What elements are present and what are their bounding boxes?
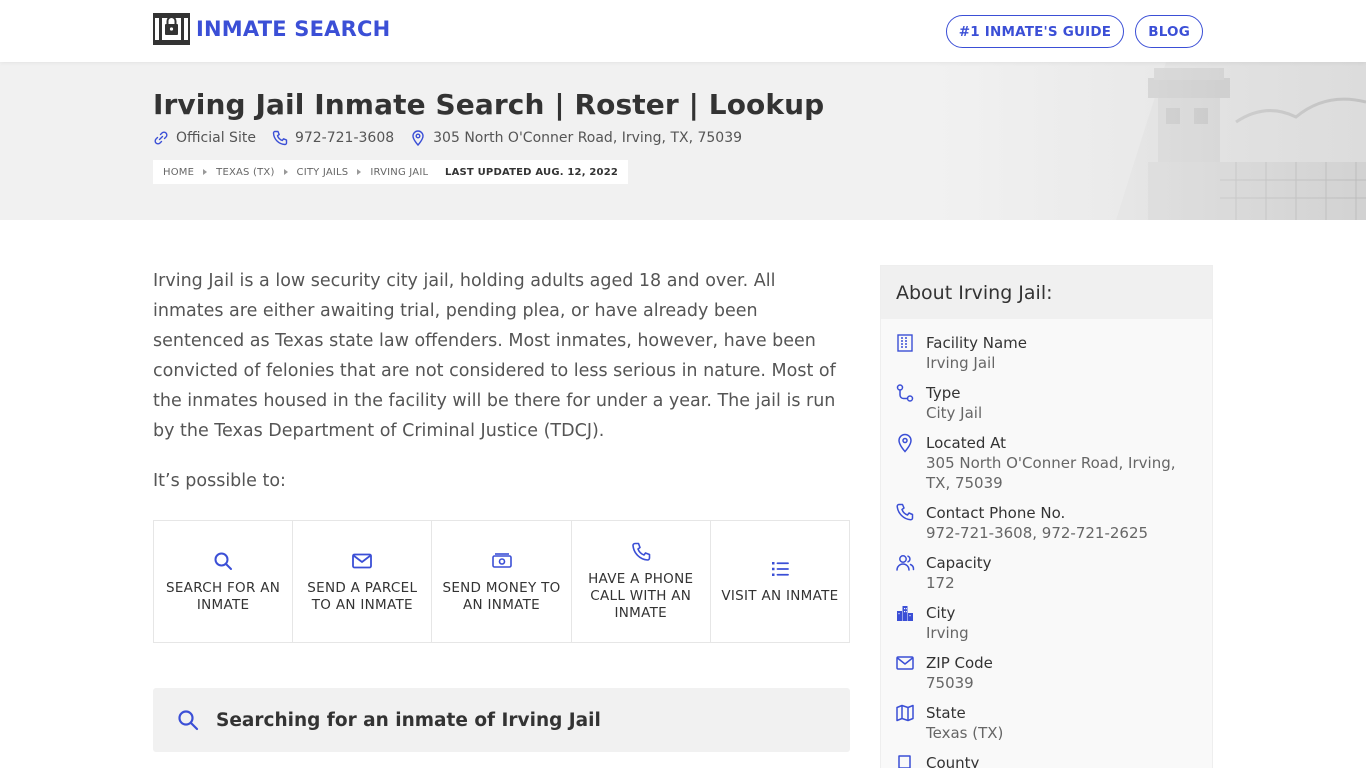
fact-value: Irving Jail: [926, 354, 996, 372]
breadcrumb-separator-icon: [283, 169, 288, 175]
fact-value: 172: [926, 574, 955, 592]
breadcrumb: HOME TEXAS (TX) CITY JAILS IRVING JAIL: [153, 160, 439, 184]
fact-value: 75039: [926, 674, 974, 692]
inmates-guide-button[interactable]: #1 INMATE'S GUIDE: [945, 15, 1125, 48]
send-money-action[interactable]: SEND MONEY TO AN INMATE: [432, 521, 572, 642]
search-icon: [214, 552, 233, 570]
breadcrumb-city-jails[interactable]: CITY JAILS: [297, 167, 349, 178]
hero-section: Irving Jail Inmate Search | Roster | Loo…: [0, 62, 1366, 220]
breadcrumb-home[interactable]: HOME: [163, 167, 194, 178]
top-nav: #1 INMATE'S GUIDE BLOG: [945, 15, 1203, 48]
search-inmate-action[interactable]: SEARCH FOR AN INMATE: [154, 521, 294, 642]
city-icon: [897, 606, 913, 621]
phone-call-action[interactable]: HAVE A PHONE CALL WITH AN INMATE: [572, 521, 711, 642]
fact-label: Type: [926, 384, 961, 402]
action-label: VISIT AN INMATE: [721, 588, 839, 604]
fact-value: Texas (TX): [926, 724, 1004, 742]
breadcrumb-texas[interactable]: TEXAS (TX): [216, 167, 274, 178]
fact-value: 305 North O'Conner Road, Irving, TX, 750…: [926, 454, 1176, 492]
breadcrumb-separator-icon: [203, 169, 208, 175]
fact-label: State: [926, 704, 966, 722]
fact-label: Facility Name: [926, 334, 1027, 352]
site-logo[interactable]: INMATE SEARCH: [153, 13, 390, 45]
fact-value: City Jail: [926, 404, 983, 422]
site-header: INMATE SEARCH #1 INMATE'S GUIDE BLOG: [0, 0, 1366, 62]
fact-label: County: [926, 754, 980, 768]
fact-label: Located At: [926, 434, 1006, 452]
phone-icon: [631, 542, 651, 561]
fact-value: Irving: [926, 624, 969, 642]
facility-facts: Facility Name Irving Jail Type City Jail…: [881, 319, 1212, 768]
page-title: Irving Jail Inmate Search | Roster | Loo…: [153, 88, 825, 121]
sidebar-title: About Irving Jail:: [881, 266, 1212, 319]
fact-zip-code: ZIP Code 75039: [895, 653, 1212, 693]
action-grid: SEARCH FOR AN INMATE SEND A PARCEL TO AN…: [153, 520, 850, 643]
site-name: INMATE SEARCH: [196, 17, 391, 41]
link-icon: [154, 131, 168, 145]
money-icon: [491, 552, 512, 568]
phone-icon: [896, 503, 914, 521]
action-label: SEARCH FOR AN INMATE: [165, 579, 281, 613]
fact-label: ZIP Code: [926, 654, 993, 672]
send-parcel-action[interactable]: SEND A PARCEL TO AN INMATE: [293, 521, 433, 642]
fact-city: City Irving: [895, 603, 1212, 643]
route-icon: [896, 384, 914, 402]
list-icon: [771, 562, 789, 576]
fact-state: State Texas (TX): [895, 703, 1212, 743]
envelope-icon: [352, 553, 373, 568]
address-link[interactable]: 305 North O'Conner Road, Irving, TX, 750…: [410, 130, 742, 146]
book-icon: [898, 755, 911, 768]
official-site-link[interactable]: Official Site: [153, 130, 256, 146]
mail-icon: [896, 656, 914, 670]
fact-label: Contact Phone No.: [926, 504, 1066, 522]
prison-tower-illustration: [936, 62, 1366, 220]
official-site-label: Official Site: [176, 130, 256, 146]
fact-located-at: Located At 305 North O'Conner Road, Irvi…: [895, 433, 1212, 493]
action-label: HAVE A PHONE CALL WITH AN INMATE: [588, 571, 694, 621]
building-icon: [897, 334, 913, 352]
action-label: SEND A PARCEL TO AN INMATE: [307, 579, 418, 613]
fact-label: City: [926, 604, 956, 622]
inmate-search-section[interactable]: Searching for an inmate of Irving Jail: [153, 688, 850, 752]
action-label: SEND MONEY TO AN INMATE: [442, 579, 561, 613]
possible-to-label: It’s possible to:: [153, 471, 286, 491]
about-sidebar: About Irving Jail: Facility Name Irving …: [880, 265, 1213, 768]
breadcrumb-irving-jail[interactable]: IRVING JAIL: [370, 167, 428, 178]
search-icon: [178, 710, 199, 731]
jail-logo-icon: [153, 13, 190, 45]
fact-contact-phone: Contact Phone No. 972-721-3608, 972-721-…: [895, 503, 1212, 543]
phone-link[interactable]: 972-721-3608: [272, 130, 394, 146]
fact-capacity: Capacity 172: [895, 553, 1212, 593]
fact-type: Type City Jail: [895, 383, 1212, 423]
blog-button[interactable]: BLOG: [1135, 15, 1203, 48]
visit-inmate-action[interactable]: VISIT AN INMATE: [711, 521, 849, 642]
search-section-title: Searching for an inmate of Irving Jail: [216, 709, 601, 731]
fact-facility-name: Facility Name Irving Jail: [895, 333, 1212, 373]
last-updated-badge: LAST UPDATED AUG. 12, 2022: [435, 160, 629, 184]
facility-meta: Official Site 972-721-3608 305 North O'C…: [153, 130, 758, 146]
intro-paragraph: Irving Jail is a low security city jail,…: [153, 271, 836, 441]
phone-icon: [272, 130, 288, 146]
phone-number: 972-721-3608: [294, 130, 395, 146]
breadcrumb-separator-icon: [357, 169, 362, 175]
fact-value: 972-721-3608, 972-721-2625: [926, 524, 1149, 542]
map-pin-icon: [412, 130, 424, 146]
address-text: 305 North O'Conner Road, Irving, TX, 750…: [433, 130, 743, 146]
fact-county: County: [895, 753, 1212, 768]
users-icon: [896, 555, 915, 571]
map-icon: [896, 704, 914, 722]
map-pin-icon: [898, 433, 912, 453]
fact-label: Capacity: [926, 554, 992, 572]
